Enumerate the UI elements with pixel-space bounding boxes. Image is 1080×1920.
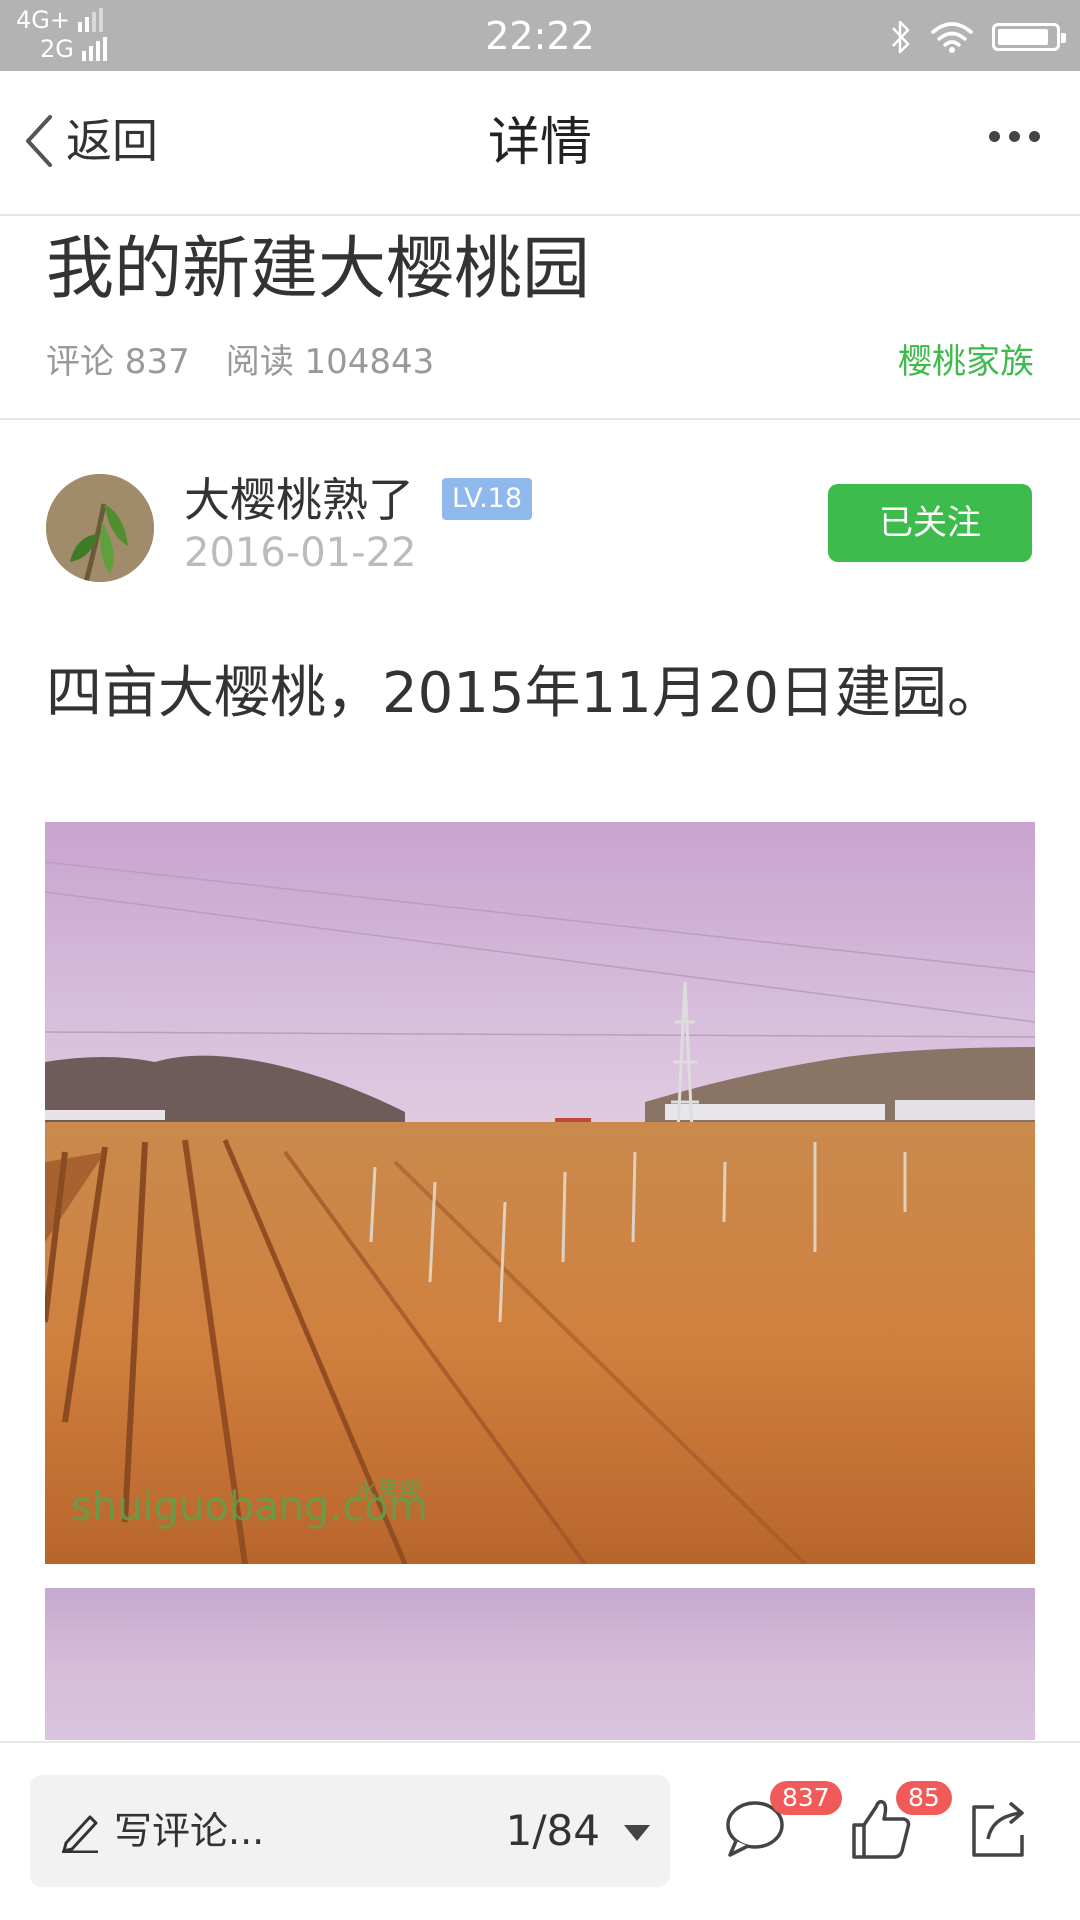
post-image[interactable] [45, 1588, 1035, 1740]
post-title: 我的新建大樱桃园 [46, 230, 591, 309]
chevron-down-icon[interactable] [624, 1825, 650, 1841]
read-count-label: 阅读 104843 [225, 342, 435, 382]
bluetooth-icon [892, 20, 910, 54]
author-name[interactable]: 大樱桃熟了 [184, 472, 414, 528]
pen-icon [62, 1815, 98, 1853]
post-stats: 评论 837 阅读 104843 [46, 340, 434, 384]
comment-count-label: 评论 837 [46, 342, 190, 382]
circle-link[interactable]: 樱桃家族 [898, 340, 1034, 384]
more-icon[interactable] [989, 131, 1040, 142]
share-icon[interactable] [964, 1793, 1034, 1863]
page-title: 详情 [487, 113, 592, 173]
level-badge: LV.18 [442, 478, 533, 520]
avatar-image [46, 474, 154, 582]
like-count-badge: 85 [896, 1781, 952, 1815]
wifi-icon [931, 22, 973, 53]
comment-count-badge: 837 [770, 1781, 842, 1815]
comment-input[interactable]: 写评论... 1/84 [30, 1775, 670, 1887]
page-indicator[interactable]: 1/84 [506, 1805, 600, 1857]
divider [0, 418, 1080, 420]
comment-placeholder: 写评论... [114, 1809, 265, 1853]
post-date: 2016-01-22 [184, 530, 417, 576]
watermark-cn: 水果帮 [355, 1479, 421, 1504]
battery-icon [992, 23, 1066, 51]
post-content: 四亩大樱桃，2015年11月20日建园。 [46, 661, 1004, 726]
navigation-bar: 返回 详情 [0, 71, 1080, 216]
status-bar: 4G+ 2G 22:22 [0, 0, 1080, 71]
post-image[interactable]: shuiguobang.com 水果帮 [45, 822, 1035, 1564]
avatar[interactable] [46, 474, 154, 582]
bottom-action-bar: 写评论... 1/84 837 85 [0, 1741, 1080, 1920]
follow-button[interactable]: 已关注 [828, 484, 1032, 562]
orchard-photo: shuiguobang.com 水果帮 [45, 822, 1035, 1564]
